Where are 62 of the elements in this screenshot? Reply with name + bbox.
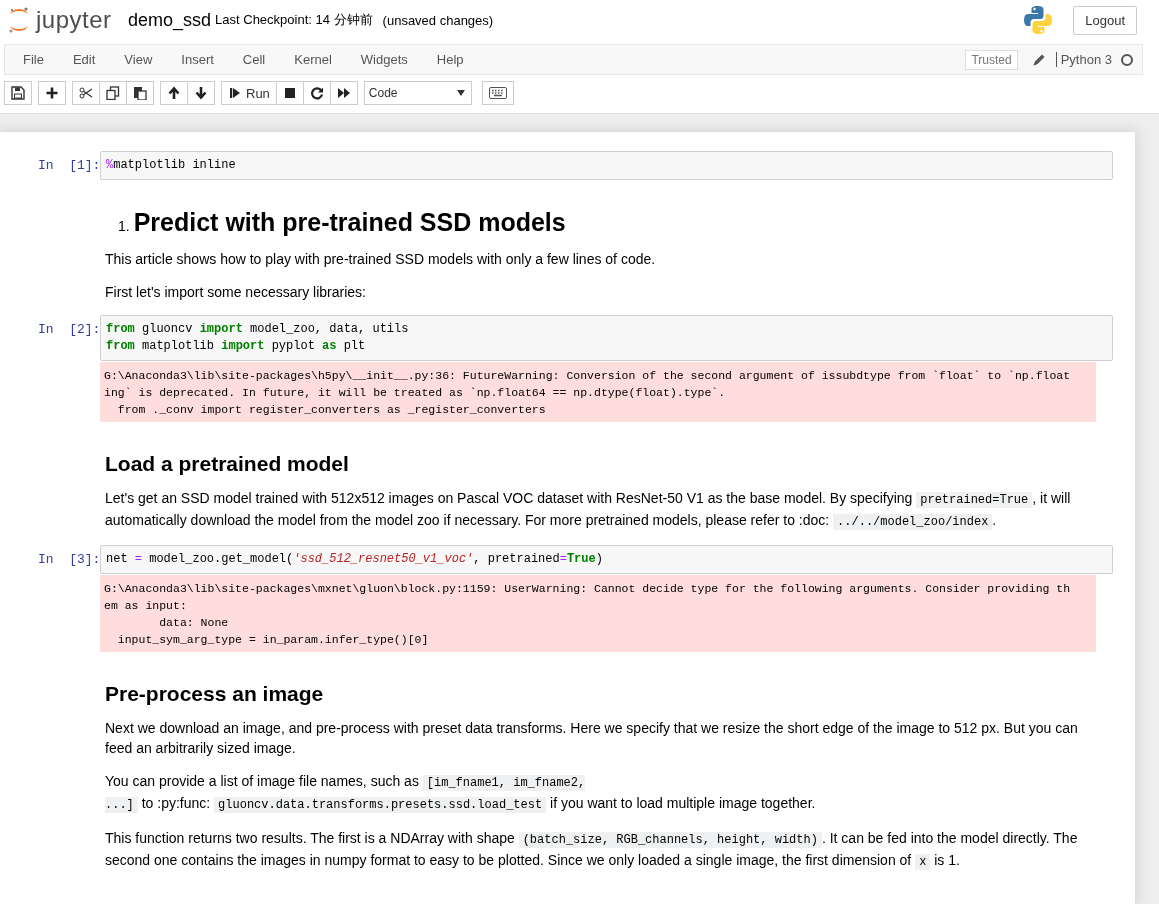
- menu-item[interactable]: Widgets: [346, 52, 422, 67]
- list-number: 1.: [118, 218, 130, 234]
- kernel-name[interactable]: Python 3: [1055, 52, 1112, 67]
- stop-button[interactable]: [275, 81, 304, 105]
- stop-icon: [282, 86, 297, 100]
- arrow-down-button[interactable]: [187, 81, 215, 105]
- paragraph: Let's get an SSD model trained with 512x512 images on Pascal VOC dataset with ResNet-50 V1 as the base model. By specifying pretrained=True , it will automatically download the model from the model zoo if necessary. For more pretrained models, please refer to :doc: ../../model_zoo/index .: [105, 489, 1072, 532]
- input-prompt: In [1]:: [37, 157, 100, 175]
- plus-icon: [45, 86, 59, 100]
- copy-button[interactable]: [99, 81, 127, 105]
- python-logo-icon: [1023, 5, 1054, 35]
- autosave-status: (unsaved changes): [382, 12, 494, 28]
- paragraph: This article shows how to play with pre-trained SSD models with only a few lines of code.: [105, 250, 657, 269]
- error-output: G:\Anaconda3\lib\site-packages\mxnet\gluon\block.py:1159: UserWarning: Cannot decide type for the following arguments. Consider providing th em as input: data: None input_sym_arg_type = in_param.infer_type()[0]: [100, 575, 1096, 652]
- caret-icon: [456, 90, 465, 96]
- scissors-icon: [79, 86, 93, 100]
- pencil-icon: [1031, 52, 1046, 67]
- jupyter-logo-icon: [8, 6, 30, 34]
- restart-button[interactable]: [302, 81, 331, 105]
- logout-button[interactable]: Logout: [1073, 5, 1137, 35]
- input-prompt: In [3]:: [37, 551, 100, 569]
- heading: Pre-process an image: [105, 682, 325, 706]
- plus-button[interactable]: [38, 81, 66, 105]
- cell-type-dropdown[interactable]: Code: [363, 81, 472, 105]
- restart-icon: [309, 86, 324, 100]
- keyboard-icon: [488, 87, 507, 99]
- run-button[interactable]: Run: [221, 81, 277, 105]
- arrow-down-icon: [194, 86, 208, 100]
- paste-button[interactable]: [126, 81, 154, 105]
- code-input[interactable]: from gluoncv import model_zoo, data, utils from matplotlib import pyplot as plt: [100, 315, 1113, 361]
- heading: Predict with pre-trained SSD models: [133, 208, 566, 237]
- paragraph: First let's import some necessary libraries:: [105, 283, 367, 302]
- fast-forward-button[interactable]: [329, 81, 358, 105]
- fast-forward-icon: [336, 86, 351, 100]
- menu-item[interactable]: Insert: [167, 52, 228, 67]
- save-button[interactable]: [4, 81, 32, 105]
- error-output: G:\Anaconda3\lib\site-packages\h5py\__init__.py:36: FutureWarning: Conversion of the second argument of issubdtype from `float` to `np.float ing` is deprecated. In future, it will be treated as `np.float64 == np.dtype(float).type`. from ._conv import register_converters as _register_converters: [100, 362, 1096, 422]
- save-icon: [11, 86, 25, 100]
- trusted-indicator[interactable]: Trusted: [965, 49, 1018, 70]
- heading: Load a pretrained model: [105, 452, 350, 476]
- menu-item[interactable]: File: [9, 52, 58, 67]
- input-prompt: In [2]:: [37, 321, 100, 339]
- arrow-up-button[interactable]: [160, 81, 188, 105]
- keyboard-button[interactable]: [481, 81, 514, 105]
- menu-item[interactable]: Edit: [58, 52, 110, 67]
- scissors-button[interactable]: [72, 81, 100, 105]
- menu-item[interactable]: Help: [422, 52, 478, 67]
- paste-icon: [133, 86, 147, 100]
- code-input[interactable]: net = model_zoo.get_model('ssd_512_resnet50_v1_voc', pretrained=True): [100, 545, 1113, 574]
- copy-icon: [106, 86, 120, 100]
- step-forward-icon: [228, 86, 242, 100]
- menu-item[interactable]: Kernel: [280, 52, 346, 67]
- paragraph: You can provide a list of image file names, such as [im_fname1, im_fname2, ...] to :py:func: gluoncv.data.transforms.presets.ssd.load_test if you want to load multiple image together.: [105, 772, 817, 815]
- menu-item[interactable]: View: [110, 52, 167, 67]
- code-input[interactable]: %matplotlib inline: [100, 151, 1113, 180]
- checkpoint-status: Last Checkpoint: 14 分钟前: [215, 11, 373, 29]
- paragraph: Next we download an image, and pre-process with preset data transforms. Here we specify that we resize the short edge of the image to 512 px. But you can feed an arbitrarily sized image.: [105, 719, 1079, 758]
- menu-item[interactable]: Cell: [228, 52, 280, 67]
- notebook-name[interactable]: demo_ssd: [128, 9, 212, 31]
- paragraph: This function returns two results. The first is a NDArray with shape (batch_size, RGB_channels, height, width) . It can be fed into the model directly. The second one contains the images in numpy format to easy to be plotted. Since we only loaded a single image, the first dimension of x is 1.: [105, 829, 1079, 872]
- logo-text: jupyter: [36, 6, 112, 34]
- arrow-up-icon: [167, 86, 181, 100]
